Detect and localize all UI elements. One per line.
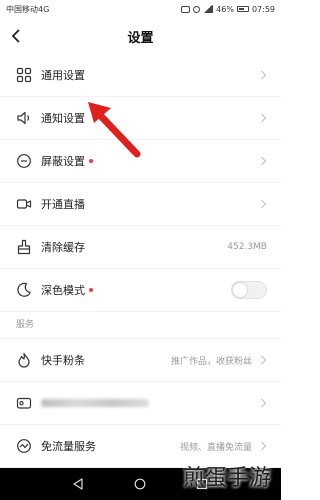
status-bar: 中国移动4G 46% 07:59 — [0, 0, 281, 18]
moon-icon — [17, 282, 31, 297]
row-dark-mode: 深色模式 — [0, 269, 281, 312]
chevron-right-icon — [261, 156, 267, 166]
toggle-knob — [233, 283, 247, 297]
clock-text: 07:59 — [251, 4, 275, 14]
row-label: 清除缓存 — [41, 241, 85, 254]
row-label: 快手粉条 — [41, 354, 85, 367]
chevron-right-icon — [261, 70, 267, 80]
carrier-text: 中国移动4G — [6, 4, 50, 14]
chevron-right-icon — [261, 441, 267, 451]
home-circle-icon[interactable] — [134, 478, 146, 490]
battery-icon — [236, 6, 249, 12]
red-dot-badge — [89, 288, 93, 292]
row-clear-cache[interactable]: 清除缓存 452.3MB — [0, 226, 281, 269]
red-arrow-annotation — [88, 102, 141, 158]
status-icons: 46% 07:59 — [181, 5, 275, 14]
wave-icon — [17, 439, 31, 453]
row-open-live[interactable]: 开通直播 — [0, 183, 281, 226]
camera-icon — [16, 199, 32, 209]
row-kuaishou-fans[interactable]: 快手粉条 推广作品，收获粉丝 — [0, 339, 281, 382]
page-title: 设置 — [127, 30, 154, 46]
minus-circle-icon — [17, 154, 31, 168]
chevron-right-icon — [261, 199, 267, 209]
chevron-right-icon — [261, 355, 267, 365]
row-label: 开通直播 — [41, 198, 85, 211]
hd-icon — [181, 5, 191, 13]
row-label: 通知设置 — [41, 112, 85, 125]
chevron-right-icon — [261, 113, 267, 123]
row-label: 屏蔽设置 — [41, 155, 85, 168]
back-triangle-icon[interactable] — [72, 478, 84, 490]
chevron-right-icon — [261, 398, 267, 408]
speaker-icon — [17, 111, 30, 125]
grid-icon — [16, 67, 32, 83]
dark-mode-toggle[interactable] — [231, 281, 267, 299]
row-label: 免流量服务 — [41, 440, 96, 453]
alarm-icon — [193, 5, 201, 13]
battery-percent: 46% — [216, 4, 234, 14]
clean-icon — [17, 239, 31, 255]
watermark-text: 煎蛋手游 — [182, 466, 271, 491]
row-label: 深色模式 — [41, 284, 85, 297]
row-label: 通用设置 — [41, 69, 85, 82]
cache-size: 452.3MB — [227, 242, 267, 252]
row-value: 推广作品，收获粉丝 — [170, 356, 252, 367]
section-header-services: 服务 — [0, 312, 281, 339]
top-nav: 设置 — [0, 18, 281, 54]
signal-icon — [203, 5, 214, 13]
blurred-label — [41, 399, 149, 407]
back-icon[interactable] — [8, 27, 26, 45]
row-value: 视频、直播免流量 — [179, 442, 252, 453]
row-general-settings[interactable]: 通用设置 — [0, 54, 281, 97]
fire-icon — [18, 352, 30, 368]
row-blurred-service[interactable] — [0, 382, 281, 425]
wallet-icon — [16, 397, 32, 409]
